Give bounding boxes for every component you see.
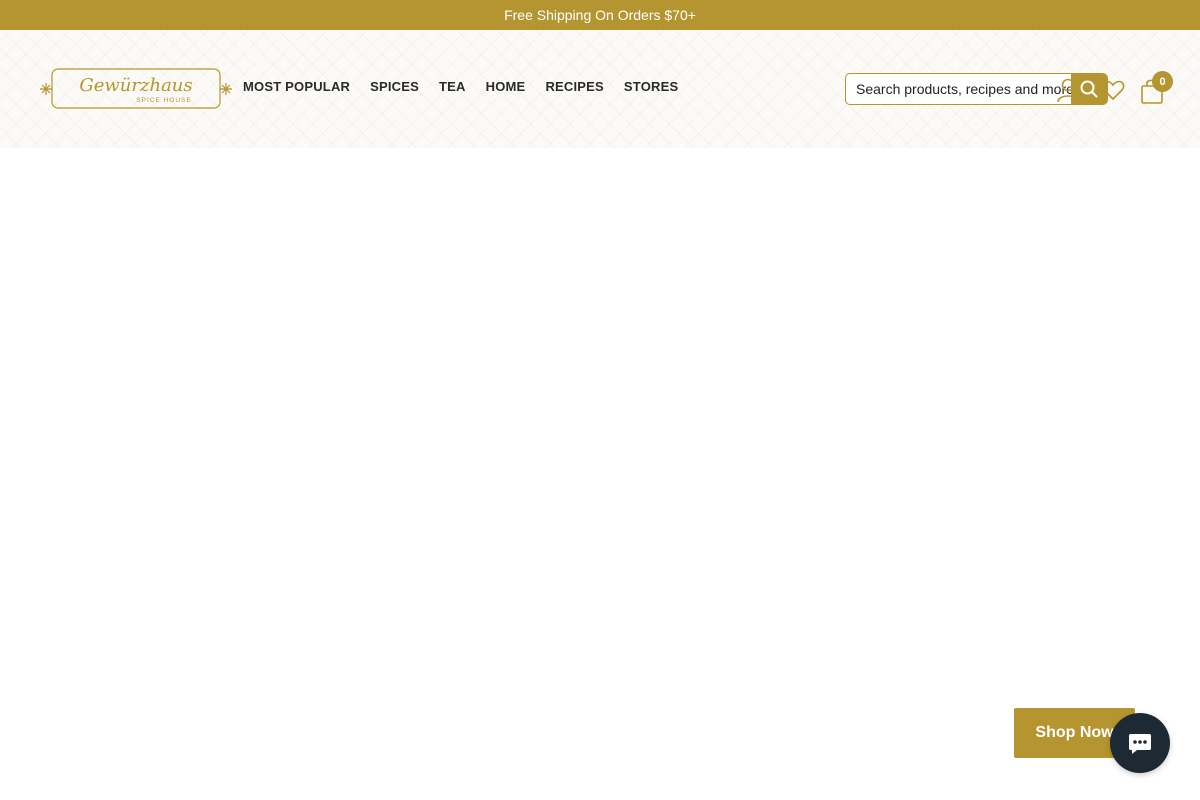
heart-icon (1101, 80, 1125, 101)
nav-item-home[interactable]: HOME (486, 79, 526, 94)
announcement-bar: Free Shipping On Orders $70+ (0, 0, 1200, 30)
chat-widget-button[interactable] (1110, 713, 1170, 773)
wishlist-button[interactable] (1100, 76, 1126, 104)
logo-graphic: Gewürzhaus SPICE HOUSE (40, 68, 232, 109)
svg-text:Gewürzhaus: Gewürzhaus (79, 75, 192, 96)
account-button[interactable] (1055, 76, 1081, 104)
nav-item-stores[interactable]: STORES (624, 79, 678, 94)
site-header: Gewürzhaus SPICE HOUSE MOST POPULAR SPIC… (0, 30, 1200, 148)
account-icon (1057, 78, 1079, 103)
site-logo[interactable]: Gewürzhaus SPICE HOUSE (38, 68, 234, 110)
main-nav: MOST POPULAR SPICES TEA HOME RECIPES STO… (243, 79, 678, 94)
nav-item-spices[interactable]: SPICES (370, 79, 419, 94)
hero-banner (0, 148, 1200, 800)
chat-icon (1129, 734, 1151, 754)
search-input[interactable] (846, 74, 1072, 104)
nav-item-most-popular[interactable]: MOST POPULAR (243, 79, 350, 94)
svg-text:SPICE HOUSE: SPICE HOUSE (136, 97, 191, 104)
nav-item-tea[interactable]: TEA (439, 79, 466, 94)
nav-item-recipes[interactable]: RECIPES (545, 79, 603, 94)
announcement-text: Free Shipping On Orders $70+ (504, 7, 696, 23)
cart-count-badge: 0 (1152, 71, 1173, 92)
search-icon (1080, 80, 1098, 98)
